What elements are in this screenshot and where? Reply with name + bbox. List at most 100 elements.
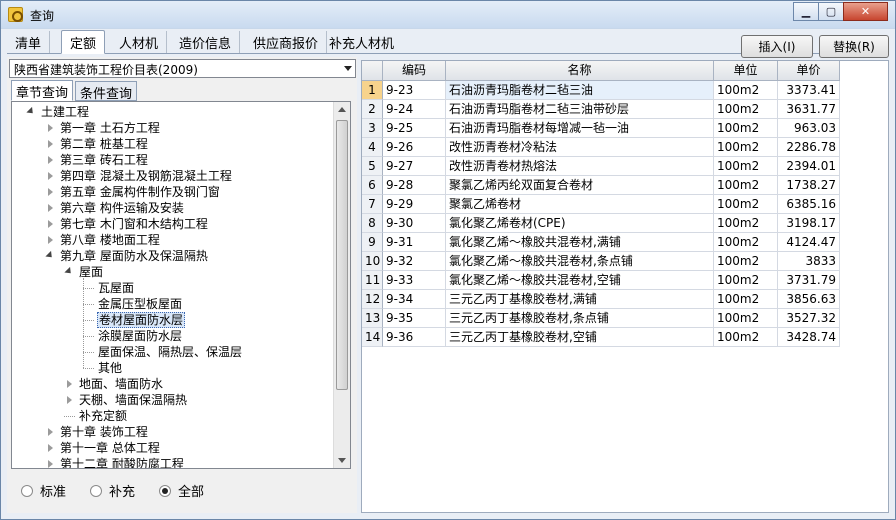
minimize-button[interactable]: ▁ xyxy=(793,2,819,21)
expanded-triangle-icon[interactable] xyxy=(26,106,36,117)
tree-node[interactable]: 卷材屋面防水层 xyxy=(97,312,186,328)
tree-node[interactable]: 屋面 xyxy=(78,264,104,280)
collapsed-triangle-icon[interactable] xyxy=(67,380,72,388)
scroll-up-icon[interactable] xyxy=(338,107,346,112)
table-cell[interactable]: 100m2 xyxy=(714,100,778,119)
column-header[interactable]: 名称 xyxy=(446,61,714,81)
table-cell[interactable]: 9-31 xyxy=(383,233,446,252)
radio-supplement[interactable]: 补充 xyxy=(90,481,135,500)
tab-norm[interactable]: 定额 xyxy=(61,30,106,54)
catalog-select[interactable]: 陕西省建筑装饰工程价目表(2009) xyxy=(9,59,356,78)
tree-node[interactable]: 第十一章 总体工程 xyxy=(59,440,161,456)
maximize-button[interactable]: ▢ xyxy=(818,2,844,21)
expanded-triangle-icon[interactable] xyxy=(64,266,74,277)
radio-standard-circle[interactable] xyxy=(21,484,33,497)
table-cell[interactable]: 改性沥青卷材热熔法 xyxy=(446,157,714,176)
tab-cost-info[interactable]: 造价信息 xyxy=(171,31,241,53)
tree-node[interactable]: 金属压型板屋面 xyxy=(97,296,183,312)
table-cell[interactable]: 100m2 xyxy=(714,138,778,157)
collapsed-triangle-icon[interactable] xyxy=(48,444,53,452)
table-cell[interactable]: 100m2 xyxy=(714,157,778,176)
table-cell[interactable]: 三元乙丙丁基橡胶卷材,空铺 xyxy=(446,328,714,347)
tree-node[interactable]: 其他 xyxy=(97,360,123,376)
collapsed-triangle-icon[interactable] xyxy=(48,156,53,164)
tree-node[interactable]: 第一章 土石方工程 xyxy=(59,120,161,136)
collapsed-triangle-icon[interactable] xyxy=(48,140,53,148)
table-cell[interactable]: 3428.74 xyxy=(778,328,840,347)
table-cell[interactable]: 100m2 xyxy=(714,271,778,290)
scroll-thumb[interactable] xyxy=(336,120,348,390)
tree-node[interactable]: 第二章 桩基工程 xyxy=(59,136,149,152)
column-header[interactable]: 编码 xyxy=(383,61,446,81)
column-header[interactable]: 单位 xyxy=(714,61,778,81)
row-number[interactable]: 10 xyxy=(362,252,383,271)
collapsed-triangle-icon[interactable] xyxy=(48,124,53,132)
tree-node[interactable]: 第八章 楼地面工程 xyxy=(59,232,161,248)
column-header[interactable]: 单价 xyxy=(778,61,840,81)
table-cell[interactable]: 2286.78 xyxy=(778,138,840,157)
table-cell[interactable]: 9-26 xyxy=(383,138,446,157)
table-cell[interactable]: 三元乙丙丁基橡胶卷材,满铺 xyxy=(446,290,714,309)
row-number[interactable]: 7 xyxy=(362,195,383,214)
table-cell[interactable]: 9-28 xyxy=(383,176,446,195)
table-cell[interactable]: 3527.32 xyxy=(778,309,840,328)
table-cell[interactable]: 石油沥青玛脂卷材二毡三油带砂层 xyxy=(446,100,714,119)
tree-node[interactable]: 土建工程 xyxy=(40,104,90,120)
radio-all-circle[interactable] xyxy=(159,484,172,497)
table-cell[interactable]: 氯化聚乙烯～橡胶共混卷材,空铺 xyxy=(446,271,714,290)
table-cell[interactable]: 100m2 xyxy=(714,81,778,100)
expanded-triangle-icon[interactable] xyxy=(45,250,55,261)
collapsed-triangle-icon[interactable] xyxy=(48,460,53,468)
radio-all[interactable]: 全部 xyxy=(159,481,204,500)
tree-node[interactable]: 涂膜屋面防水层 xyxy=(97,328,183,344)
table-cell[interactable]: 9-33 xyxy=(383,271,446,290)
table-cell[interactable]: 三元乙丙丁基橡胶卷材,条点铺 xyxy=(446,309,714,328)
tree-node[interactable]: 瓦屋面 xyxy=(97,280,135,296)
table-cell[interactable]: 100m2 xyxy=(714,176,778,195)
tree-node[interactable]: 第十二章 耐酸防腐工程 xyxy=(59,456,185,468)
table-cell[interactable]: 9-24 xyxy=(383,100,446,119)
table-cell[interactable]: 改性沥青卷材冷粘法 xyxy=(446,138,714,157)
tree-node[interactable]: 天棚、墙面保温隔热 xyxy=(78,392,188,408)
subtab-condition-query[interactable]: 条件查询 xyxy=(75,81,138,102)
table-cell[interactable]: 6385.16 xyxy=(778,195,840,214)
table-cell[interactable]: 1738.27 xyxy=(778,176,840,195)
collapsed-triangle-icon[interactable] xyxy=(48,172,53,180)
collapsed-triangle-icon[interactable] xyxy=(48,220,53,228)
row-number[interactable]: 3 xyxy=(362,119,383,138)
table-cell[interactable]: 9-34 xyxy=(383,290,446,309)
table-cell[interactable]: 100m2 xyxy=(714,252,778,271)
table-cell[interactable]: 100m2 xyxy=(714,328,778,347)
tree-node[interactable]: 第五章 金属构件制作及钢门窗 xyxy=(59,184,221,200)
tree-scrollbar[interactable] xyxy=(333,102,350,468)
table-cell[interactable]: 100m2 xyxy=(714,233,778,252)
table-cell[interactable]: 100m2 xyxy=(714,195,778,214)
tab-list[interactable]: 清单 xyxy=(7,31,51,53)
tree-node[interactable]: 第七章 木门窗和木结构工程 xyxy=(59,216,209,232)
table-cell[interactable]: 4124.47 xyxy=(778,233,840,252)
row-number[interactable]: 13 xyxy=(362,309,383,328)
collapsed-triangle-icon[interactable] xyxy=(48,204,53,212)
close-button[interactable]: ✕ xyxy=(843,2,888,21)
collapsed-triangle-icon[interactable] xyxy=(48,236,53,244)
row-number[interactable]: 6 xyxy=(362,176,383,195)
table-cell[interactable]: 氯化聚乙烯卷材(CPE) xyxy=(446,214,714,233)
row-number[interactable]: 8 xyxy=(362,214,383,233)
collapsed-triangle-icon[interactable] xyxy=(48,428,53,436)
radio-standard[interactable]: 标准 xyxy=(21,481,66,500)
insert-button[interactable]: 插入(I) xyxy=(741,35,813,58)
row-number[interactable]: 1 xyxy=(362,81,383,100)
table-cell[interactable]: 9-36 xyxy=(383,328,446,347)
radio-supplement-circle[interactable] xyxy=(90,484,103,497)
table-cell[interactable]: 3856.63 xyxy=(778,290,840,309)
table-cell[interactable]: 100m2 xyxy=(714,290,778,309)
row-number[interactable]: 12 xyxy=(362,290,383,309)
table-cell[interactable]: 3833 xyxy=(778,252,840,271)
row-number[interactable]: 2 xyxy=(362,100,383,119)
row-number[interactable]: 9 xyxy=(362,233,383,252)
tree-node[interactable]: 第九章 屋面防水及保温隔热 xyxy=(59,248,209,264)
table-cell[interactable]: 3198.17 xyxy=(778,214,840,233)
table-cell[interactable]: 9-27 xyxy=(383,157,446,176)
table-cell[interactable]: 石油沥青玛脂卷材二毡三油 xyxy=(446,81,714,100)
row-number[interactable]: 4 xyxy=(362,138,383,157)
